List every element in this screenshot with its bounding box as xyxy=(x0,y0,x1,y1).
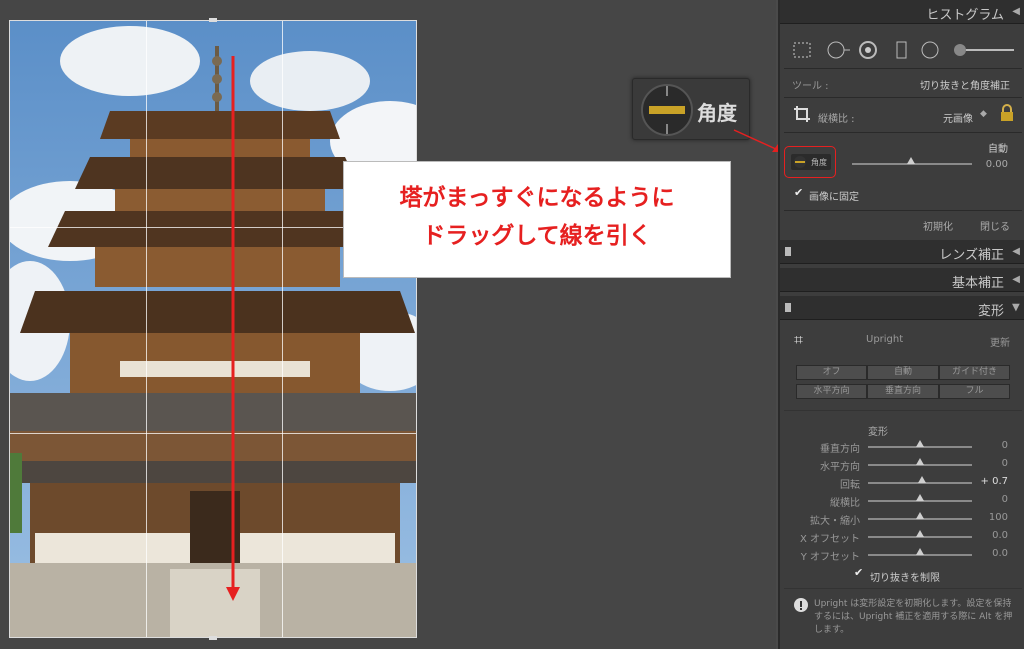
slider-value-rotate: + 0.7 xyxy=(980,476,1008,487)
slider-value-horizontal: 0 xyxy=(1001,458,1008,469)
slider-scale-thumb[interactable] xyxy=(916,512,924,519)
angle-value: 0.00 xyxy=(985,159,1008,170)
slider-label-aspect: 縦横比 xyxy=(830,498,860,509)
slider-vertical-thumb[interactable] xyxy=(916,440,924,447)
info-icon xyxy=(794,598,808,612)
basic-title: 基本補正 xyxy=(951,276,1004,291)
upright-auto-button[interactable]: 自動 xyxy=(867,365,939,380)
angle-callout-label: 角度 xyxy=(697,101,737,125)
dropdown-icon[interactable]: ◆ xyxy=(980,109,987,119)
note-line-2: ドラッグして線を引く xyxy=(422,223,652,249)
angle-slider-thumb[interactable] xyxy=(907,157,915,164)
image-canvas[interactable]: 角度 塔がまっすぐになるように ドラッグして線を引く xyxy=(0,0,782,649)
constrain-crop-label: 切り抜きを制限 xyxy=(870,573,940,584)
upright-guided-button[interactable]: ガイド付き xyxy=(939,365,1010,380)
slider-label-scale: 拡大・縮小 xyxy=(810,516,860,527)
slider-label-vertical: 垂直方向 xyxy=(820,444,860,455)
upright-vertical-button[interactable]: 垂直方向 xyxy=(867,384,939,399)
slider-value-vertical: 0 xyxy=(1001,440,1008,451)
redeye-icon[interactable] xyxy=(859,41,877,59)
slider-label-y-offset: Y オフセット xyxy=(800,552,860,563)
expand-icon[interactable]: ◀ xyxy=(1012,246,1020,257)
crop-frame-icon[interactable] xyxy=(793,105,811,123)
upright-grid-icon[interactable]: ⌗ xyxy=(794,330,803,350)
angle-button-label: 角度 xyxy=(811,158,827,167)
slider-label-horizontal: 水平方向 xyxy=(820,462,860,473)
slider-value-x-offset: 0.0 xyxy=(992,530,1008,541)
collapse-icon[interactable]: ◀ xyxy=(1012,6,1020,17)
slider-value-aspect: 0 xyxy=(1001,494,1008,505)
constrain-crop-checkbox[interactable]: ✔ xyxy=(854,567,864,578)
slider-label-x-offset: X オフセット xyxy=(799,534,860,545)
lens-correction-title: レンズ補正 xyxy=(939,248,1004,263)
instruction-note: 塔がまっすぐになるように ドラッグして線を引く xyxy=(343,161,731,278)
radial-filter-icon[interactable] xyxy=(921,41,939,59)
angle-tool-button[interactable]: 角度 xyxy=(784,146,836,178)
crop-handle-bottom[interactable] xyxy=(209,636,217,640)
slider-value-scale: 100 xyxy=(988,512,1008,523)
develop-panel: ヒストグラム ◀ ツール : 切り抜きと角度補正 縦横比: 元画像 ◆ 自動 … xyxy=(778,0,1024,649)
slider-value-y-offset: 0.0 xyxy=(992,548,1008,559)
slider-aspect-thumb[interactable] xyxy=(916,494,924,501)
transform-title: 変形 xyxy=(977,304,1004,319)
tool-value: 切り抜きと角度補正 xyxy=(920,81,1010,92)
upright-info-text: Upright は変形設定を初期化します。設定を保持するには、Upright 補… xyxy=(814,599,1013,635)
histogram-header[interactable]: ヒストグラム ◀ xyxy=(780,0,1024,24)
histogram-title: ヒストグラム xyxy=(926,8,1004,23)
slider-horizontal-thumb[interactable] xyxy=(916,458,924,465)
crop-tool-icon[interactable] xyxy=(793,42,811,58)
slider-x-offset-thumb[interactable] xyxy=(916,530,924,537)
update-button[interactable]: 更新 xyxy=(990,334,1010,349)
lock-to-image-label: 画像に固定 xyxy=(809,192,859,203)
lock-icon[interactable] xyxy=(1000,104,1014,122)
adjustment-brush-icon[interactable] xyxy=(954,44,1014,56)
spot-removal-icon[interactable] xyxy=(827,41,850,59)
transform-subheading: 変形 xyxy=(868,427,888,438)
crop-handle-top[interactable] xyxy=(209,18,217,22)
tool-label: ツール : xyxy=(792,81,829,92)
slider-rotate-thumb[interactable] xyxy=(918,476,926,483)
expand-icon[interactable]: ◀ xyxy=(1012,274,1020,285)
upright-off-button[interactable]: オフ xyxy=(796,365,867,380)
upright-full-button[interactable]: フル xyxy=(939,384,1010,399)
transform-header[interactable]: 変形 ◀ xyxy=(780,296,1024,320)
upright-label: Upright xyxy=(866,334,904,345)
pagoda-photo[interactable] xyxy=(9,20,417,638)
aspect-select[interactable]: 元画像 xyxy=(943,110,973,125)
auto-button[interactable]: 自動 xyxy=(988,140,1008,155)
aspect-label: 縦横比 : xyxy=(818,114,855,125)
graduated-filter-icon[interactable] xyxy=(896,41,907,59)
close-button[interactable]: 閉じる xyxy=(980,218,1010,233)
level-gauge-small-icon xyxy=(794,156,806,168)
upright-level-button[interactable]: 水平方向 xyxy=(796,384,867,399)
reset-button[interactable]: 初期化 xyxy=(923,218,953,233)
slider-y-offset-thumb[interactable] xyxy=(916,548,924,555)
lock-to-image-checkbox[interactable]: ✔ xyxy=(794,187,804,198)
slider-label-rotate: 回転 xyxy=(840,480,860,491)
panel-switch-icon[interactable] xyxy=(785,303,791,312)
panel-switch-icon[interactable] xyxy=(785,247,791,256)
note-line-1: 塔がまっすぐになるように xyxy=(399,185,675,211)
guide-line xyxy=(226,56,240,601)
collapse-icon[interactable]: ◀ xyxy=(1011,304,1022,312)
level-gauge-icon xyxy=(641,84,693,136)
lens-correction-header[interactable]: レンズ補正 ◀ xyxy=(780,240,1024,264)
tool-strip xyxy=(790,40,1016,60)
basic-header[interactable]: 基本補正 ◀ xyxy=(780,268,1024,292)
